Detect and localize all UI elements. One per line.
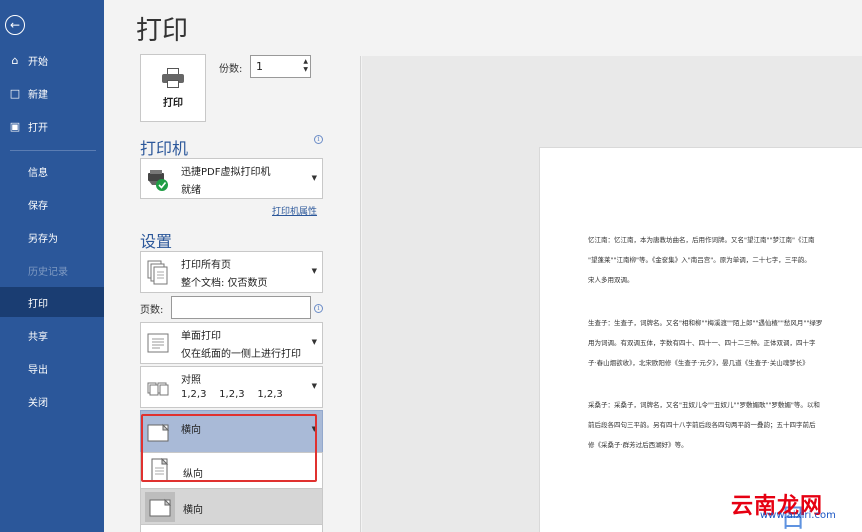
copies-label: 份数:: [219, 64, 243, 75]
sides-title: 单面打印: [181, 331, 221, 342]
sidebar-item-history: 历史记录: [0, 255, 104, 285]
sidebar-item-close[interactable]: 关闭: [0, 386, 104, 416]
preview-text-line: 子·春山烟欲收》，北宋欧阳修《生查子·元夕》，晏几道《生查子·关山魂梦长》: [588, 359, 809, 367]
pages-stack-icon: [147, 260, 168, 285]
printer-properties-link[interactable]: 打印机属性: [272, 204, 317, 217]
sidebar-item-share[interactable]: 共享: [0, 320, 104, 350]
collate-select[interactable]: 对照 1,2,3 1,2,3 1,2,3 ▼: [140, 366, 323, 408]
sidebar-item-label: 关闭: [28, 397, 48, 409]
settings-section-title: 设置: [140, 232, 173, 251]
orientation-option-landscape[interactable]: 横向: [140, 488, 323, 526]
single-sided-icon: [147, 333, 169, 353]
sidebar-divider: [10, 150, 96, 151]
printer-section-title: 打印机: [140, 139, 189, 158]
collate-icon: [147, 382, 169, 396]
printer-icon: [162, 67, 184, 88]
sidebar-item-label: 保存: [28, 200, 48, 212]
print-range-select[interactable]: 打印所有页 整个文档: 仅否数页 ▼: [140, 251, 323, 293]
next-setting-select[interactable]: [140, 524, 323, 532]
sidebar-item-open[interactable]: ▣ 打开: [0, 111, 104, 141]
sides-select[interactable]: 单面打印 仅在纸面的一侧上进行打印 ▼: [140, 322, 323, 364]
print-range-title: 打印所有页: [181, 260, 231, 271]
collate-title: 对照: [181, 375, 201, 386]
preview-text-line: "望蓬莱""江南柳"等。《金奁集》入"南吕宫"。原为单调，二十七字，三平韵。: [588, 256, 811, 264]
sidebar-item-print[interactable]: 打印: [0, 287, 104, 317]
info-icon[interactable]: i: [314, 135, 323, 144]
chevron-down-icon: ▼: [311, 174, 317, 182]
sidebar-item-home[interactable]: ⌂ 开始: [0, 45, 104, 75]
sidebar-item-label: 打开: [28, 122, 48, 134]
sides-subtitle: 仅在纸面的一侧上进行打印: [181, 349, 301, 360]
sidebar-item-label: 信息: [28, 167, 48, 179]
preview-text-line: 忆江南：忆江南，本为唐教坊曲名，后用作词牌。又名"望江南""梦江南"《江南: [588, 236, 815, 244]
sidebar-item-label: 打印: [28, 298, 48, 310]
printer-status-icon: [148, 170, 168, 191]
sidebar-item-info[interactable]: 信息: [0, 156, 104, 186]
landscape-page-icon: [149, 498, 171, 517]
sidebar-item-label: 导出: [28, 364, 48, 376]
preview-text-line: 前后段各四句三平韵。另有四十八字前后段各四句两平韵一叠韵；五十四字前后: [588, 421, 816, 429]
back-arrow-icon[interactable]: ←: [5, 15, 25, 35]
copies-spinner[interactable]: ▲ ▼: [303, 58, 308, 74]
preview-text-line: 用为词调。有双调五体，字数有四十、四十一、四十二三种。正体双调，四十字: [588, 339, 816, 347]
home-icon: ⌂: [11, 53, 19, 67]
sidebar-item-label: 开始: [28, 56, 48, 68]
watermark-url: www.aixiri.com: [760, 510, 836, 521]
sidebar-item-label: 共享: [28, 331, 48, 343]
preview-text-line: 生查子：生查子，词牌名。又名"相和柳""梅溪渡""陌上郎""遇仙楂""愁风月""…: [588, 319, 823, 327]
preview-text-line: 修《采桑子·群芳过后西湖好》等。: [588, 441, 688, 449]
sidebar-item-label: 历史记录: [28, 266, 68, 278]
page-title: 打印: [136, 16, 189, 46]
copies-value: 1: [256, 60, 263, 73]
sidebar-item-label: 另存为: [28, 233, 58, 245]
preview-divider: [360, 56, 361, 532]
info-icon[interactable]: i: [314, 304, 323, 313]
backstage-sidebar: ← ⌂ 开始 □ 新建 ▣ 打开 信息 保存 另存为 历史记录 打印 共享 导出…: [0, 0, 104, 532]
sidebar-item-save[interactable]: 保存: [0, 189, 104, 219]
sidebar-item-new[interactable]: □ 新建: [0, 78, 104, 108]
printer-status: 就绪: [181, 185, 201, 196]
new-doc-icon: □: [9, 86, 21, 100]
preview-page: 忆江南：忆江南，本为唐教坊曲名，后用作词牌。又名"望江南""梦江南"《江南 "望…: [539, 147, 862, 532]
printer-name: 迅捷PDF虚拟打印机: [181, 167, 271, 178]
print-button-label: 打印: [163, 97, 183, 109]
chevron-down-icon: ▼: [311, 267, 317, 275]
sidebar-item-export[interactable]: 导出: [0, 353, 104, 383]
orientation-option-label: 横向: [183, 505, 203, 516]
pages-label: 页数:: [140, 305, 164, 316]
chevron-down-icon: ▼: [311, 382, 317, 390]
preview-text-line: 宋人多用双调。: [588, 276, 634, 284]
copies-input[interactable]: 1 ▲ ▼: [250, 55, 311, 78]
print-button[interactable]: 打印: [140, 54, 206, 122]
preview-text-line: 采桑子：采桑子，词牌名，又名"丑奴儿令""丑奴儿""罗敷媚歌""罗敷媚"等。以和: [588, 401, 820, 409]
highlight-annotation: [141, 414, 317, 482]
pages-input[interactable]: [171, 296, 311, 319]
collate-subtitle: 1,2,3 1,2,3 1,2,3: [181, 389, 283, 400]
printer-select[interactable]: 迅捷PDF虚拟打印机 就绪 ▼: [140, 158, 323, 199]
sidebar-item-save-as[interactable]: 另存为: [0, 222, 104, 252]
print-range-subtitle: 整个文档: 仅否数页: [181, 278, 268, 289]
chevron-down-icon: ▼: [311, 338, 317, 346]
open-folder-icon: ▣: [9, 119, 21, 133]
sidebar-item-label: 新建: [28, 89, 48, 101]
